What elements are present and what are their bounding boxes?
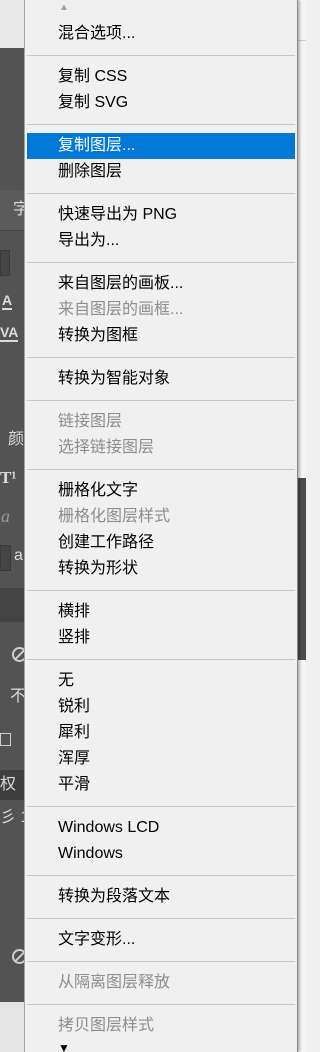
- menu-separator: [25, 116, 297, 133]
- menu-item-windows-lcd[interactable]: Windows LCD: [27, 815, 295, 841]
- menu-item-delete-layer[interactable]: 删除图层: [27, 159, 295, 185]
- tracking-icon: A: [2, 292, 13, 310]
- kerning-icon: VA: [0, 324, 19, 342]
- menu-separator: [25, 651, 297, 668]
- menu-item-link-layers: 链接图层: [58, 413, 123, 430]
- menu-scroll-up[interactable]: ▲: [25, 0, 297, 21]
- menu-separator: [25, 349, 297, 366]
- menu-item-select-linked-layers: 选择链接图层: [58, 439, 155, 456]
- superscript-icon[interactable]: T¹: [0, 468, 16, 488]
- menu-item-antialias-none[interactable]: 无: [27, 668, 295, 694]
- triangle-up-icon: ▲: [59, 2, 69, 13]
- menu-item-duplicate-layer[interactable]: 复制图层...: [27, 133, 295, 159]
- menu-item-antialias-sharp[interactable]: 锐利: [27, 694, 295, 720]
- menu-item-antialias-strong[interactable]: 浑厚: [27, 746, 295, 772]
- menu-separator: [25, 185, 297, 202]
- menu-item-convert-to-smart-object[interactable]: 转换为智能对象: [27, 366, 295, 392]
- menu-item-frame-from-layers: 来自图层的画框...: [58, 301, 184, 318]
- menu-item-copy-svg[interactable]: 复制 SVG: [27, 90, 295, 116]
- menu-item-convert-to-frame[interactable]: 转换为图框: [27, 323, 295, 349]
- divider: [298, 40, 306, 41]
- menu-separator: [25, 867, 297, 884]
- menu-item-copy-css[interactable]: 复制 CSS: [27, 64, 295, 90]
- antialias-icon: a: [1, 506, 10, 526]
- layer-context-menu: ▲ 混合选项... 复制 CSS 复制 SVG 复制图层... 删除图层 快速导…: [24, 0, 298, 1052]
- menu-separator: [25, 910, 297, 927]
- opacity-label: 不: [10, 688, 25, 705]
- color-label: 颜: [8, 431, 25, 448]
- menu-separator: [25, 953, 297, 970]
- antialias-value: a: [14, 547, 23, 564]
- menu-separator: [25, 461, 297, 478]
- menu-separator: [25, 47, 297, 64]
- menu-separator: [25, 254, 297, 271]
- menu-item-blending-options[interactable]: 混合选项...: [27, 21, 295, 47]
- menu-item-copy-layer-style: 拷贝图层样式: [58, 1017, 155, 1034]
- menu-item-export-as[interactable]: 导出为...: [27, 228, 295, 254]
- menu-separator: [25, 392, 297, 409]
- menu-separator: [25, 798, 297, 815]
- menu-item-rasterize-layer-style: 栅格化图层样式: [58, 508, 171, 525]
- menu-item-rasterize-type[interactable]: 栅格化文字: [27, 478, 295, 504]
- toolbar-area: [0, 0, 25, 48]
- status-area: [0, 1002, 25, 1052]
- menu-item-vertical[interactable]: 竖排: [27, 625, 295, 651]
- triangle-down-icon[interactable]: ▼: [58, 1042, 70, 1052]
- layer-name: 权: [0, 776, 17, 793]
- layers-panel-header: [0, 588, 25, 622]
- font-size-field[interactable]: [0, 250, 10, 276]
- left-panel-background: 字 A VA 颜 T¹ a a 不 权 彡 1: [0, 0, 25, 1052]
- menu-separator: [25, 996, 297, 1013]
- canvas-dark-region: [298, 478, 306, 660]
- menu-item-quick-export-png[interactable]: 快速导出为 PNG: [27, 202, 295, 228]
- menu-item-convert-to-paragraph-text[interactable]: 转换为段落文本: [27, 884, 295, 910]
- menu-item-antialias-smooth[interactable]: 平滑: [27, 772, 295, 798]
- menu-item-horizontal[interactable]: 横排: [27, 599, 295, 625]
- menu-item-create-work-path[interactable]: 创建工作路径: [27, 530, 295, 556]
- language-dropdown[interactable]: [0, 545, 11, 571]
- layer-name-2: 彡 1: [0, 809, 25, 826]
- menu-item-windows[interactable]: Windows: [27, 841, 295, 867]
- right-background: [298, 0, 306, 1052]
- menu-item-antialias-crisp[interactable]: 犀利: [27, 720, 295, 746]
- menu-item-warp-text[interactable]: 文字变形...: [27, 927, 295, 953]
- menu-item-convert-to-shape[interactable]: 转换为形状: [27, 556, 295, 582]
- menu-separator: [25, 582, 297, 599]
- lock-transparency-icon[interactable]: [0, 733, 11, 746]
- menu-item-release-from-isolation: 从隔离图层释放: [58, 974, 171, 991]
- menu-item-artboard-from-layers[interactable]: 来自图层的画板...: [27, 271, 295, 297]
